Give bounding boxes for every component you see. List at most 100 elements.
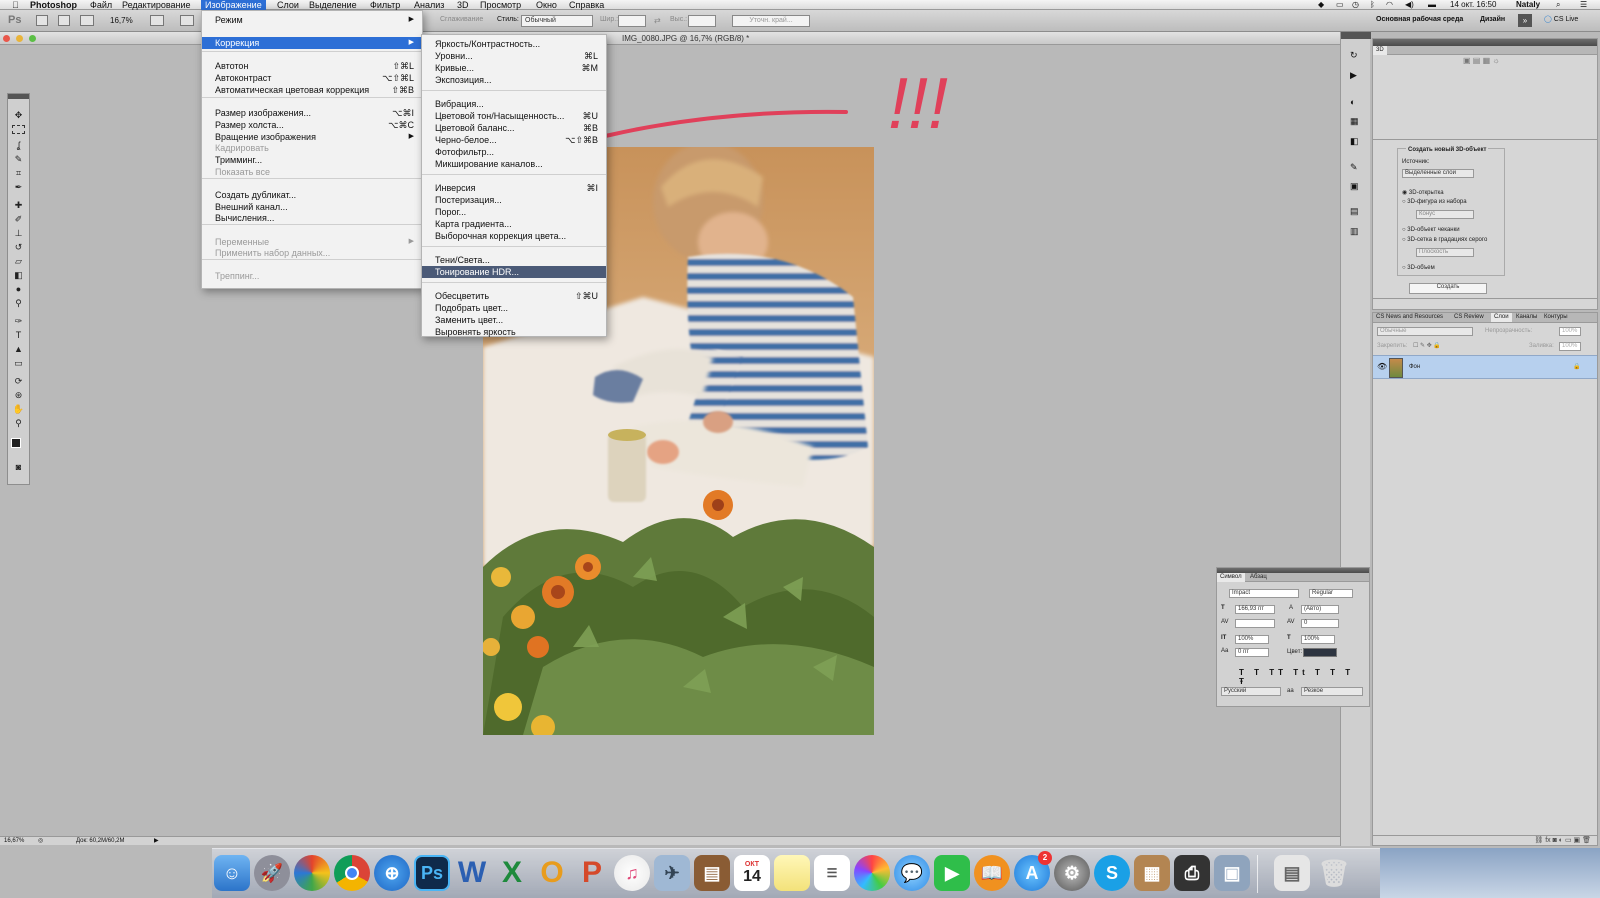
masks-panel-icon[interactable]: ◧	[1350, 136, 1359, 147]
screen-mode-icon[interactable]	[180, 15, 194, 26]
baseline-field[interactable]: 0 пт	[1235, 648, 1269, 657]
wifi-icon[interactable]: ◠	[1386, 0, 1393, 10]
icon-strip-header[interactable]	[1341, 32, 1371, 39]
image-menu-item[interactable]: Размер изображения... ⌥⌘I	[202, 107, 422, 119]
correction-menu-item[interactable]: Заменить цвет...	[422, 314, 606, 326]
correction-menu-item[interactable]: Тени/Света...	[422, 254, 606, 266]
style-select[interactable]: Обычный	[521, 15, 593, 27]
dodge-tool-icon[interactable]: ⚲	[12, 298, 25, 309]
bluetooth-icon[interactable]: ᛒ	[1370, 0, 1375, 10]
source-select[interactable]: Выделенные слои	[1402, 169, 1474, 178]
picasa-icon[interactable]	[294, 855, 330, 891]
menu-help[interactable]: Справка	[565, 0, 608, 10]
create-3d-button[interactable]: Создать	[1409, 283, 1487, 294]
correction-menu-item[interactable]: Вибрация...	[422, 98, 606, 110]
option-3d-volume[interactable]: ○ 3D-объем	[1402, 265, 1435, 271]
correction-menu-item[interactable]: Экспозиция...	[422, 74, 606, 86]
minimize-window-icon[interactable]	[16, 35, 23, 42]
menu-file[interactable]: Файл	[86, 0, 116, 10]
menu-window[interactable]: Окно	[532, 0, 561, 10]
correction-menu-item[interactable]: Черно-белое... ⌥⇧⌘B	[422, 134, 606, 146]
volume-icon[interactable]: ◀)	[1405, 0, 1414, 10]
correction-menu-item[interactable]: Порог...	[422, 206, 606, 218]
plane-select[interactable]: Плоскость	[1416, 248, 1474, 257]
antialias-select[interactable]: Резкое	[1301, 687, 1363, 696]
trash-icon[interactable]: 🗑	[1316, 855, 1352, 891]
menu-3d[interactable]: 3D	[453, 0, 473, 10]
fx-icon[interactable]: fx	[1545, 837, 1552, 844]
foreground-color-swatch[interactable]	[11, 438, 21, 448]
workspace-more-icon[interactable]: »	[1518, 14, 1532, 27]
safari-icon[interactable]: ⊕	[374, 855, 410, 891]
healing-brush-tool-icon[interactable]: ✚	[12, 200, 25, 211]
cs-live-button[interactable]: ◯ CS Live	[1544, 15, 1578, 23]
group-icon[interactable]: ▭	[1565, 837, 1574, 844]
image-menu-item[interactable]: Автоконтраст ⌥⇧⌘L	[202, 72, 422, 84]
opacity-field[interactable]: 100%	[1559, 327, 1581, 336]
status-arrow-icon[interactable]: ▶	[154, 837, 159, 846]
shape-select[interactable]: Конус	[1416, 210, 1474, 219]
system-preferences-icon[interactable]: ⚙	[1054, 855, 1090, 891]
correction-menu-item[interactable]: Обесцветить ⇧⌘U	[422, 290, 606, 302]
reminders-icon[interactable]: ☰	[814, 855, 850, 891]
font-family-select[interactable]: Impact	[1229, 589, 1299, 598]
crop-tool-icon[interactable]: ⌗	[12, 168, 25, 179]
tab-layers[interactable]: Слои	[1491, 313, 1512, 322]
calendar-icon[interactable]: ОКТ 14	[734, 855, 770, 891]
tab-paths[interactable]: Контуры	[1541, 313, 1571, 322]
image-menu-item[interactable]: Автотон ⇧⌘L	[202, 60, 422, 72]
photos-icon[interactable]	[854, 855, 890, 891]
quick-mask-icon[interactable]: ◙	[12, 462, 25, 473]
brush-tool-icon[interactable]: ✐	[12, 214, 25, 225]
blend-mode-select[interactable]: Обычные	[1377, 327, 1473, 336]
zoom-tool-icon[interactable]: ⚲	[12, 418, 25, 429]
menu-image[interactable]: Изображение	[201, 0, 266, 10]
scene-icon[interactable]: ▣	[1463, 56, 1473, 65]
image-menu-item[interactable]: Автоматическая цветовая коррекция ⇧⌘B	[202, 84, 422, 96]
clock-text[interactable]: 14 окт. 16:50	[1450, 0, 1496, 10]
clone-source-icon[interactable]: ▣	[1350, 181, 1359, 192]
launchpad-icon[interactable]: 🚀	[254, 855, 290, 891]
archive-utility-icon[interactable]: ▦	[1134, 855, 1170, 891]
workspace-essentials[interactable]: Основная рабочая среда	[1376, 16, 1463, 23]
history-panel-icon[interactable]: ↻	[1350, 50, 1358, 61]
option-3d-postcard[interactable]: ◉ 3D-открытка	[1402, 189, 1444, 196]
arrange-documents-icon[interactable]	[150, 15, 164, 26]
quick-select-tool-icon[interactable]: ✎	[12, 154, 25, 165]
facetime-icon[interactable]: ▶	[934, 855, 970, 891]
printer-icon[interactable]: ⎙	[1174, 855, 1210, 891]
apple-menu-icon[interactable]: 	[8, 0, 23, 10]
kerning-field[interactable]	[1235, 619, 1275, 628]
3d-orbit-tool-icon[interactable]: ⊛	[12, 390, 25, 401]
correction-menu-item[interactable]: Яркость/Контрастность...	[422, 38, 606, 50]
faux-style-buttons[interactable]: T T TT Tt T T T Ŧ	[1239, 668, 1369, 686]
menu-layers[interactable]: Слои	[273, 0, 303, 10]
view-extras-icon[interactable]	[80, 15, 94, 26]
height-field[interactable]	[688, 15, 716, 27]
notes-icon[interactable]	[774, 855, 810, 891]
clone-stamp-tool-icon[interactable]: ⊥	[12, 228, 25, 239]
tab-cs-news[interactable]: CS News and Resources	[1373, 313, 1446, 322]
status-icon[interactable]: ◎	[38, 837, 43, 846]
option-3d-mesh[interactable]: ○ 3D-сетка в градациях серого	[1402, 237, 1487, 243]
text-color-swatch[interactable]	[1303, 648, 1337, 657]
vertical-scale-field[interactable]: 100%	[1235, 635, 1269, 644]
refine-edge-button[interactable]: Уточн. край...	[732, 15, 810, 27]
zoom-window-icon[interactable]	[29, 35, 36, 42]
correction-menu-item[interactable]: Инверсия ⌘I	[422, 182, 606, 194]
actions-panel-icon[interactable]: ▶	[1350, 70, 1357, 81]
image-menu-item[interactable]: Режим ▶	[202, 14, 422, 26]
blur-tool-icon[interactable]: ●	[12, 284, 25, 295]
notes-panel-icon[interactable]: ▥	[1350, 226, 1359, 237]
close-window-icon[interactable]	[3, 35, 10, 42]
menu-filter[interactable]: Фильтр	[366, 0, 404, 10]
messages-icon[interactable]: 💬	[894, 855, 930, 891]
correction-menu-item[interactable]: Цветовой тон/Насыщенность... ⌘U	[422, 110, 606, 122]
lock-icons[interactable]: ☐ ✎ ✥ 🔒	[1413, 342, 1441, 349]
tools-panel-header[interactable]	[8, 94, 29, 99]
menu-view[interactable]: Просмотр	[476, 0, 525, 10]
menu-analysis[interactable]: Анализ	[410, 0, 448, 10]
layer-name[interactable]: Фон	[1409, 364, 1420, 370]
layer-row-background[interactable]: 👁 Фон 🔒	[1373, 355, 1597, 379]
menu-app-name[interactable]: Photoshop	[26, 0, 81, 10]
